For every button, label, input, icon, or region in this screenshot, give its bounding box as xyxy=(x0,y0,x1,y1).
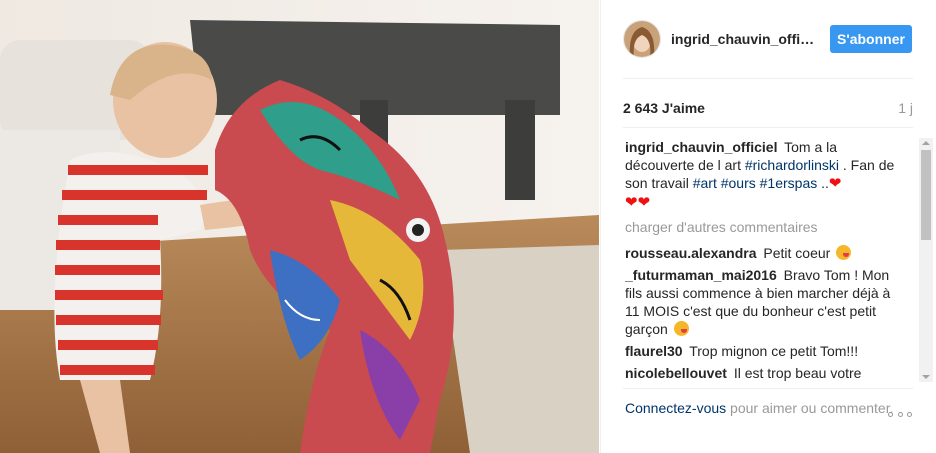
caption: ingrid_chauvin_officiel Tom a la découve… xyxy=(625,138,907,212)
comment-text: Petit coeur xyxy=(763,245,831,261)
post-details-panel: ingrid_chauvin_officiel S'abonner 2 643 … xyxy=(600,0,936,453)
caption-username[interactable]: ingrid_chauvin_officiel xyxy=(625,139,777,155)
follow-button[interactable]: S'abonner xyxy=(830,25,912,53)
comment-item: rousseau.alexandra Petit coeur xyxy=(625,244,907,262)
scrollbar-thumb[interactable] xyxy=(921,150,931,240)
heart-emoji: ❤❤ xyxy=(625,194,651,211)
hashtag-richardorlinski[interactable]: #richardorlinski xyxy=(745,157,839,173)
comment-username[interactable]: nicolebellouvet xyxy=(625,365,727,381)
footer-divider xyxy=(623,388,913,389)
scroll-up-arrow-icon[interactable] xyxy=(922,141,930,145)
dot xyxy=(907,411,912,417)
comment-item: _futurmaman_mai2016 Bravo Tom ! Mon fils… xyxy=(625,266,907,338)
login-prompt: Connectez-vous pour aimer ou commenter. xyxy=(625,398,905,418)
caption-text: .. xyxy=(817,175,829,191)
comments-list[interactable]: ingrid_chauvin_officiel Tom a la découve… xyxy=(625,138,907,382)
likes-divider xyxy=(623,127,913,128)
avatar[interactable] xyxy=(623,20,661,58)
post-photo[interactable] xyxy=(0,0,599,453)
heart-emoji: ❤ xyxy=(828,175,842,192)
username[interactable]: ingrid_chauvin_officiel xyxy=(671,31,819,47)
comment-text: Trop mignon ce petit Tom!!! xyxy=(689,343,859,359)
load-more-comments[interactable]: charger d'autres commentaires xyxy=(625,218,907,236)
hashtag-1erspas[interactable]: #1erspas xyxy=(760,175,818,191)
kissing-face-emoji xyxy=(836,245,852,260)
login-prompt-text: pour aimer ou commenter. xyxy=(726,400,894,416)
hashtag-ours[interactable]: #ours xyxy=(721,175,756,191)
more-options-icon[interactable] xyxy=(888,409,912,419)
comments-scrollbar[interactable] xyxy=(919,138,933,382)
comment-username[interactable]: flaurel30 xyxy=(625,343,683,359)
kissing-face-emoji xyxy=(673,321,689,336)
post-time[interactable]: 1 j xyxy=(898,100,913,116)
likes-row: 2 643 J'aime 1 j xyxy=(623,97,913,119)
dot xyxy=(888,411,893,417)
comment-item: nicolebellouvet Il est trop beau votre xyxy=(625,364,907,382)
likes-count[interactable]: 2 643 J'aime xyxy=(623,100,705,116)
login-link[interactable]: Connectez-vous xyxy=(625,400,726,416)
comment-item: flaurel30 Trop mignon ce petit Tom!!! xyxy=(625,342,907,360)
post-header: ingrid_chauvin_officiel S'abonner xyxy=(601,0,913,78)
scroll-down-arrow-icon[interactable] xyxy=(922,375,930,379)
comment-text: Il est trop beau votre xyxy=(733,365,862,381)
header-divider xyxy=(623,78,913,79)
comment-username[interactable]: _futurmaman_mai2016 xyxy=(625,267,777,283)
comment-username[interactable]: rousseau.alexandra xyxy=(625,245,757,261)
dot xyxy=(897,411,903,417)
hashtag-art[interactable]: #art xyxy=(693,175,717,191)
